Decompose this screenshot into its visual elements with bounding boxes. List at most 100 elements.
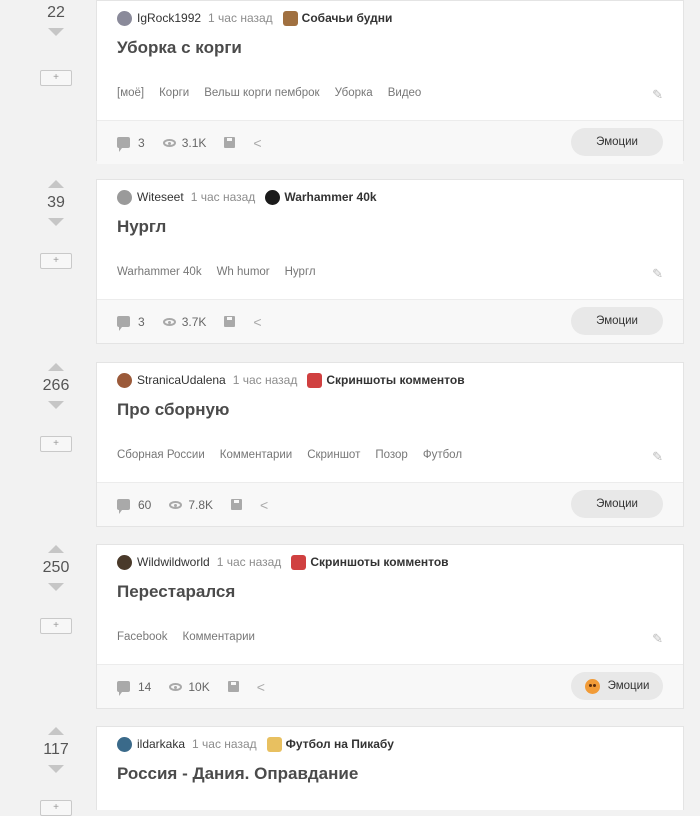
- share-icon[interactable]: <: [253, 136, 261, 150]
- tag[interactable]: Комментарии: [220, 449, 292, 461]
- tag[interactable]: Видео: [388, 87, 422, 99]
- avatar[interactable]: [117, 372, 132, 388]
- emotions-button[interactable]: Эмоции: [571, 672, 663, 700]
- avatar[interactable]: [117, 10, 132, 26]
- community-icon: [265, 189, 281, 205]
- tag[interactable]: Вельш корги пемброк: [204, 87, 319, 99]
- post-time: 1 час назад: [232, 373, 298, 387]
- share-icon[interactable]: <: [253, 315, 261, 329]
- author-link[interactable]: Wildwildworld: [137, 555, 210, 569]
- vote-up-icon[interactable]: [48, 180, 64, 188]
- save-icon[interactable]: [231, 499, 243, 510]
- tag[interactable]: [моё]: [117, 87, 144, 99]
- vote-down-icon[interactable]: [48, 28, 64, 36]
- tag[interactable]: Warhammer 40k: [117, 266, 202, 278]
- post-title[interactable]: Про сборную: [117, 397, 663, 427]
- tag[interactable]: Wh humor: [217, 266, 270, 278]
- avatar[interactable]: [117, 554, 132, 570]
- tag[interactable]: Футбол: [423, 449, 462, 461]
- comment-icon[interactable]: [117, 499, 130, 514]
- pencil-icon[interactable]: ✎: [652, 631, 663, 647]
- save-post-plus-button[interactable]: +: [40, 436, 72, 452]
- community-link[interactable]: Футбол на Пикабу: [286, 737, 394, 751]
- post-title[interactable]: Нургл: [117, 214, 663, 244]
- avatar[interactable]: [117, 189, 132, 205]
- comments-count[interactable]: 3: [138, 136, 145, 150]
- post-card: ildarkaka 1 час назад Футбол на Пикабу Р…: [96, 726, 684, 810]
- emotions-label: Эмоции: [607, 680, 650, 692]
- post-title[interactable]: Перестарался: [117, 579, 663, 609]
- eye-icon: [162, 317, 176, 326]
- vote-up-icon[interactable]: [48, 363, 64, 371]
- eye-icon: [162, 138, 176, 147]
- post-card: StranicaUdalena 1 час назад Скриншоты ко…: [96, 362, 684, 527]
- tag[interactable]: Скриншот: [307, 449, 360, 461]
- emoji-face-icon: [584, 678, 600, 694]
- tag[interactable]: Уборка: [335, 87, 373, 99]
- avatar[interactable]: [117, 736, 132, 752]
- tag-list: Сборная России Комментарии Скриншот Позо…: [117, 427, 663, 482]
- community-link[interactable]: Собачьи будни: [302, 11, 393, 25]
- views-count: 3.7K: [181, 314, 207, 329]
- tag[interactable]: Корги: [159, 87, 189, 99]
- tag[interactable]: Комментарии: [183, 631, 255, 643]
- community-icon: [291, 554, 307, 570]
- comment-icon[interactable]: [117, 137, 130, 152]
- share-icon[interactable]: <: [260, 498, 268, 512]
- comments-count[interactable]: 60: [138, 498, 151, 512]
- pencil-icon[interactable]: ✎: [652, 449, 663, 465]
- emotions-button[interactable]: Эмоции: [571, 307, 663, 335]
- save-post-plus-button[interactable]: +: [40, 253, 72, 269]
- pencil-icon[interactable]: ✎: [652, 87, 663, 103]
- post-footer: 14 10K < Эмоции: [97, 664, 683, 708]
- save-icon[interactable]: [224, 316, 236, 327]
- views-count: 7.8K: [188, 497, 214, 512]
- author-link[interactable]: IgRock1992: [137, 11, 201, 25]
- comments-count[interactable]: 14: [138, 680, 151, 694]
- comments-count[interactable]: 3: [138, 315, 145, 329]
- tag-list: Warhammer 40k Wh humor Нургл: [117, 244, 663, 299]
- post-meta: ildarkaka 1 час назад Футбол на Пикабу: [117, 727, 663, 761]
- post-meta: StranicaUdalena 1 час назад Скриншоты ко…: [117, 363, 663, 397]
- views-count: 3.1K: [181, 135, 207, 150]
- vote-down-icon[interactable]: [48, 218, 64, 226]
- community-link[interactable]: Скриншоты комментов: [310, 555, 448, 569]
- emotions-label: Эмоции: [596, 315, 638, 327]
- save-post-plus-button[interactable]: +: [40, 70, 72, 86]
- tag[interactable]: Нургл: [285, 266, 316, 278]
- post-card: Witeseet 1 час назад Warhammer 40k Нургл…: [96, 179, 684, 344]
- eye-icon: [169, 500, 183, 509]
- author-link[interactable]: StranicaUdalena: [137, 373, 226, 387]
- post-meta: Witeseet 1 час назад Warhammer 40k: [117, 180, 663, 214]
- comment-icon[interactable]: [117, 316, 130, 331]
- author-link[interactable]: ildarkaka: [137, 737, 185, 751]
- save-post-plus-button[interactable]: +: [40, 800, 72, 816]
- save-icon[interactable]: [224, 137, 236, 148]
- tag[interactable]: Facebook: [117, 631, 168, 643]
- pencil-icon[interactable]: ✎: [652, 266, 663, 282]
- emotions-label: Эмоции: [596, 136, 638, 148]
- post-footer: 60 7.8K < Эмоции: [97, 482, 683, 526]
- author-link[interactable]: Witeseet: [137, 190, 184, 204]
- share-icon[interactable]: <: [257, 680, 265, 694]
- tag[interactable]: Позор: [375, 449, 407, 461]
- community-link[interactable]: Warhammer 40k: [284, 190, 376, 204]
- comment-icon[interactable]: [117, 681, 130, 696]
- emotions-button[interactable]: Эмоции: [571, 128, 663, 156]
- save-icon[interactable]: [227, 681, 239, 692]
- vote-down-icon[interactable]: [48, 401, 64, 409]
- save-post-plus-button[interactable]: +: [40, 618, 72, 634]
- views-count: 10K: [188, 679, 210, 694]
- vote-up-icon[interactable]: [48, 545, 64, 553]
- post-title[interactable]: Россия - Дания. Оправдание: [117, 761, 663, 791]
- vote-down-icon[interactable]: [48, 583, 64, 591]
- vote-down-icon[interactable]: [48, 765, 64, 773]
- vote-up-icon[interactable]: [48, 727, 64, 735]
- tag[interactable]: Сборная России: [117, 449, 205, 461]
- eye-icon: [169, 682, 183, 691]
- community-link[interactable]: Скриншоты комментов: [326, 373, 464, 387]
- emotions-button[interactable]: Эмоции: [571, 490, 663, 518]
- post-title[interactable]: Уборка с корги: [117, 35, 663, 65]
- post-meta: IgRock1992 1 час назад Собачьи будни: [117, 1, 663, 35]
- community-icon: [266, 736, 282, 752]
